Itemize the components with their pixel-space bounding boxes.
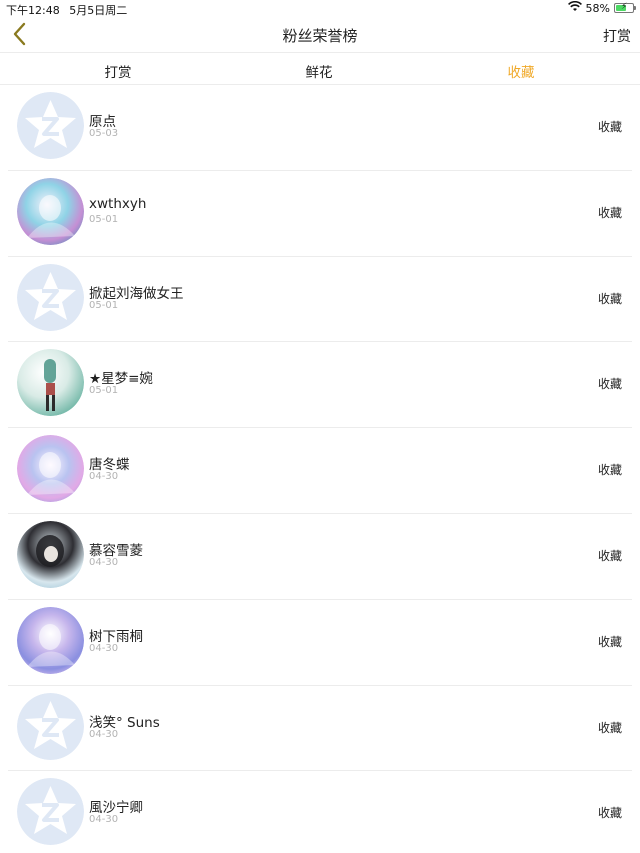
fan-name: 浅笑° Suns	[89, 714, 160, 731]
fan-name: 慕容雪菱	[89, 542, 143, 559]
fan-name: xwthxyh	[89, 195, 147, 212]
avatar[interactable]	[17, 692, 84, 760]
avatar[interactable]	[17, 520, 84, 588]
status-time-date: 下午12:48 5月5日周二	[6, 2, 127, 18]
status-date: 5月5日周二	[69, 4, 128, 17]
status-right: 58% ⚡	[567, 0, 636, 15]
list-item[interactable]: 浅笑° Suns 04-30 收藏	[8, 686, 632, 772]
fan-date: 04-30	[89, 728, 119, 740]
avatar[interactable]	[17, 349, 84, 417]
fan-name: 掀起刘海做女王	[89, 285, 184, 302]
fan-date: 05-01	[89, 299, 119, 311]
status-bar: 下午12:48 5月5日周二 58% ⚡	[0, 0, 640, 17]
page-title: 粉丝荣誉榜	[282, 27, 358, 45]
fan-date: 05-01	[89, 385, 119, 397]
charging-bolt-icon: ⚡	[621, 2, 628, 12]
avatar[interactable]	[17, 778, 84, 846]
fan-action-label: 收藏	[597, 634, 622, 649]
fan-action-label: 收藏	[597, 720, 622, 735]
fan-name: ★星梦≡婉	[89, 371, 153, 388]
fan-action-label: 收藏	[597, 120, 622, 134]
fan-date: 04-30	[89, 642, 119, 654]
avatar[interactable]	[17, 435, 84, 503]
battery-icon: ⚡	[614, 2, 636, 13]
tab-reward[interactable]: 打赏	[105, 61, 132, 81]
fan-action-label: 收藏	[597, 377, 622, 392]
fan-date: 04-30	[89, 556, 119, 568]
fan-action-label: 收藏	[597, 463, 622, 478]
fan-name: 唐冬蝶	[89, 457, 130, 474]
list-item[interactable]: 風沙宁卿 04-30 收藏	[8, 771, 632, 853]
list-item[interactable]: 树下雨桐 04-30 收藏	[8, 600, 632, 686]
fan-date: 04-30	[89, 814, 119, 826]
list-item[interactable]: 唐冬蝶 04-30 收藏	[8, 428, 632, 514]
fan-date: 05-03	[89, 128, 119, 139]
fan-action-label: 收藏	[597, 291, 622, 306]
fan-date: 04-30	[89, 471, 119, 483]
list-item[interactable]: 慕容雪菱 04-30 收藏	[8, 514, 632, 600]
fan-name: 树下雨桐	[89, 628, 143, 645]
list-item[interactable]: 掀起刘海做女王 05-01 收藏	[8, 257, 632, 343]
avatar[interactable]	[17, 92, 84, 159]
fan-action-label: 收藏	[597, 205, 622, 220]
tab-flowers[interactable]: 鲜花	[306, 61, 333, 81]
status-time: 下午12:48	[6, 4, 60, 17]
fan-action-label: 收藏	[597, 548, 622, 563]
nav-bar: 粉丝荣誉榜 打赏	[0, 17, 640, 53]
avatar[interactable]	[17, 177, 84, 245]
list-item[interactable]: xwthxyh 05-01 收藏	[8, 171, 632, 257]
fan-name: 原点	[89, 114, 116, 130]
fan-date: 05-01	[89, 213, 119, 225]
fan-list: 原点 05-03 收藏 xwthxyh 05-01 收藏 掀起刘海做女王 05-01 收藏 ★星梦…	[0, 85, 640, 853]
reward-button[interactable]: 打赏	[603, 26, 631, 46]
wifi-icon	[567, 0, 582, 15]
avatar[interactable]	[17, 606, 84, 674]
tab-bar: 打赏 鲜花 收藏	[0, 54, 640, 85]
fan-action-label: 收藏	[597, 806, 622, 821]
battery-percent: 58%	[585, 1, 610, 15]
fan-name: 風沙宁卿	[89, 800, 143, 817]
list-item[interactable]: 原点 05-03 收藏	[8, 85, 632, 171]
tab-favorites[interactable]: 收藏	[508, 61, 535, 81]
list-item[interactable]: ★星梦≡婉 05-01 收藏	[8, 342, 632, 429]
avatar[interactable]	[17, 263, 84, 331]
